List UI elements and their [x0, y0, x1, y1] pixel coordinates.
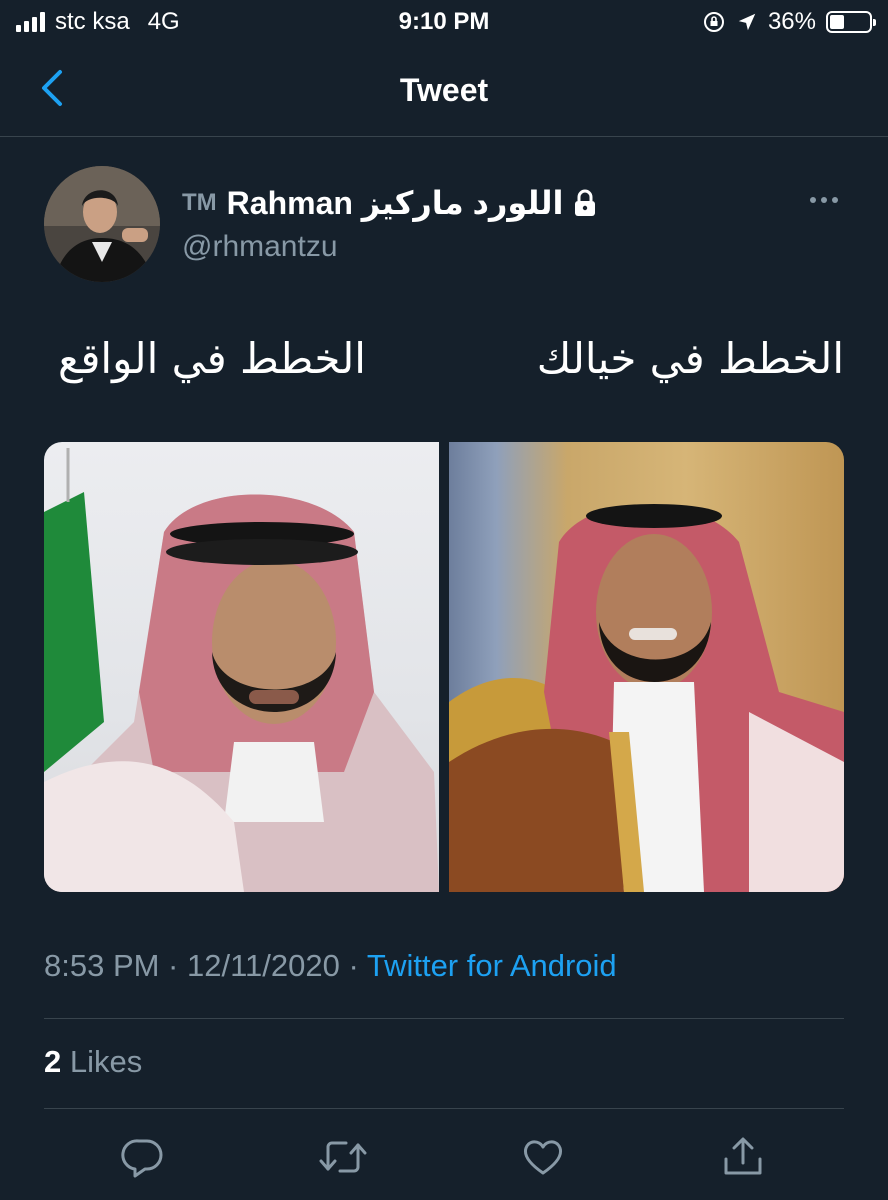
avatar-photo	[44, 166, 160, 282]
lock-icon	[575, 189, 596, 216]
name-prefix: TM	[182, 189, 217, 216]
likes-label: Likes	[61, 1044, 143, 1079]
reply-icon	[121, 1139, 163, 1178]
tweet-timestamp: 8:53 PM · 12/11/2020 ·	[44, 948, 367, 983]
divider	[44, 1018, 844, 1019]
retweet-icon	[319, 1141, 367, 1173]
nav-bar: Tweet	[0, 50, 888, 137]
battery-icon	[826, 11, 876, 33]
like-icon	[524, 1140, 562, 1175]
author-name-row[interactable]: TM Rahman اللورد ماركيز	[182, 184, 597, 222]
likes-row[interactable]: 2 Likes	[44, 1044, 142, 1080]
media-photo-imagination[interactable]	[449, 442, 844, 892]
tweet-text-reality: الخطط في الواقع	[58, 334, 366, 383]
page-title: Tweet	[399, 72, 489, 108]
photo-reality-illustration	[44, 448, 439, 892]
photo-imagination-illustration	[449, 504, 844, 892]
avatar[interactable]	[44, 166, 160, 282]
likes-count: 2	[44, 1044, 62, 1079]
tweet-text-imagination: الخطط في خيالك	[536, 334, 844, 383]
battery-fill	[830, 15, 844, 29]
tweet-detail-screen: stc ksa 4G 9:10 PM 36% Tweet TM Rahman ا…	[0, 0, 888, 1200]
more-dot-icon	[832, 197, 838, 203]
more-options-button[interactable]	[804, 188, 844, 212]
status-bar: stc ksa 4G 9:10 PM 36%	[0, 0, 888, 44]
more-dot-icon	[821, 197, 827, 203]
like-button[interactable]	[518, 1132, 568, 1182]
author-handle[interactable]: @rhmantzu	[182, 230, 338, 264]
divider	[44, 1108, 844, 1109]
reply-button[interactable]	[118, 1132, 168, 1182]
media-photo-reality[interactable]	[44, 442, 439, 892]
battery-percent: 36%	[767, 8, 816, 35]
orientation-lock-icon	[703, 12, 724, 32]
share-button[interactable]	[718, 1132, 768, 1182]
tweet-media[interactable]	[44, 442, 844, 892]
location-arrow-icon	[738, 13, 756, 31]
retweet-button[interactable]	[318, 1132, 368, 1182]
more-dot-icon	[810, 197, 816, 203]
tweet-source-link[interactable]: Twitter for Android	[367, 948, 617, 983]
tweet-meta: 8:53 PM · 12/11/2020 · Twitter for Andro…	[44, 948, 617, 984]
share-icon	[724, 1137, 762, 1175]
author-name: Rahman اللورد ماركيز	[226, 185, 564, 221]
